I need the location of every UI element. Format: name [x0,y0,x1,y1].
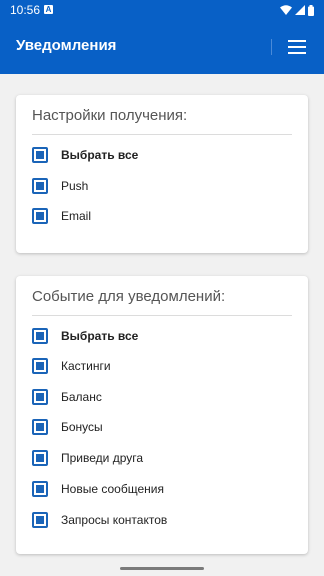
checkbox[interactable] [32,419,48,435]
option-refer-friend[interactable]: Приведи друга [32,448,143,468]
checkbox[interactable] [32,208,48,224]
checkbox[interactable] [32,358,48,374]
notification-app-icon: A [44,5,53,14]
gesture-nav-handle[interactable] [120,567,204,570]
option-label: Email [61,209,92,223]
app-bar-divider [271,39,272,55]
option-select-all-events[interactable]: Выбрать все [32,326,138,346]
checkbox[interactable] [32,389,48,405]
checkbox[interactable] [32,328,48,344]
notification-events-title: Событие для уведомлений: [32,288,226,305]
signal-icon [295,5,305,15]
option-bonuses[interactable]: Бонусы [32,417,103,437]
checkbox[interactable] [32,178,48,194]
option-push[interactable]: Push [32,176,88,196]
checkbox[interactable] [32,512,48,528]
option-select-all-channels[interactable]: Выбрать все [32,145,138,165]
wifi-icon [280,5,292,15]
receive-settings-card: Настройки получения: Выбрать все Push Em… [16,95,308,253]
app-bar: Уведомления [0,20,324,74]
status-time: 10:56 [10,3,41,17]
option-label: Баланс [61,390,102,404]
checkbox[interactable] [32,450,48,466]
option-new-messages[interactable]: Новые сообщения [32,479,164,499]
option-label: Приведи друга [61,451,144,465]
notification-events-card: Событие для уведомлений: Выбрать все Кас… [16,276,308,554]
menu-button[interactable] [282,34,312,60]
checkbox[interactable] [32,481,48,497]
option-label: Бонусы [61,420,103,434]
hamburger-icon [288,40,306,42]
status-icons [280,4,314,16]
option-contact-requests[interactable]: Запросы контактов [32,510,167,530]
divider [32,315,292,316]
option-label: Push [61,179,89,193]
option-balance[interactable]: Баланс [32,387,102,407]
checkbox[interactable] [32,147,48,163]
page-title: Уведомления [16,37,117,54]
hamburger-icon [288,52,306,54]
option-label: Кастинги [61,359,111,373]
hamburger-icon [288,46,306,48]
status-bar: 10:56 A [0,0,324,20]
divider [32,134,292,135]
option-label: Выбрать все [61,148,139,162]
battery-icon [308,4,314,16]
receive-settings-title: Настройки получения: [32,107,188,124]
option-email[interactable]: Email [32,206,91,226]
option-label: Выбрать все [61,329,139,343]
option-label: Запросы контактов [61,513,168,527]
option-label: Новые сообщения [61,482,164,496]
option-castings[interactable]: Кастинги [32,356,111,376]
